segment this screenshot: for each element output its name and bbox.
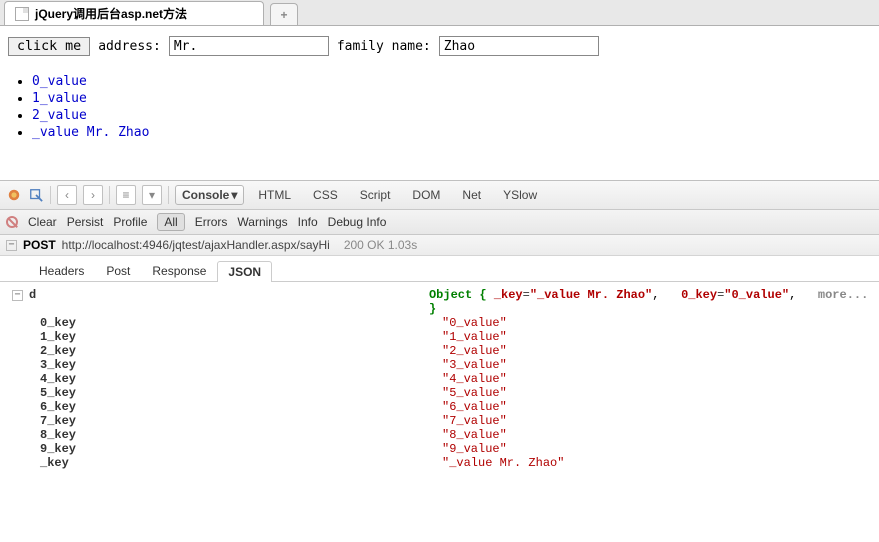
tab-console[interactable]: Console▾ <box>175 185 244 205</box>
browser-tab[interactable]: jQuery调用后台asp.net方法 <box>4 1 264 25</box>
json-property-row[interactable]: 4_key "4_value" <box>12 372 869 386</box>
resp-tab-post[interactable]: Post <box>95 260 141 281</box>
list-item: 0_value <box>32 74 871 89</box>
separator <box>168 186 169 204</box>
json-property-row[interactable]: 2_key "2_value" <box>12 344 869 358</box>
json-property-row[interactable]: 0_key "0_value" <box>12 316 869 330</box>
list-item: 2_value <box>32 108 871 123</box>
json-value: "9_value" <box>442 442 507 456</box>
json-key: 1_key <box>40 330 76 344</box>
devtools-panel: ‹ › ≡ ▾ Console▾ HTML CSS Script DOM Net… <box>0 180 879 484</box>
menu-button[interactable]: ≡ <box>116 185 136 205</box>
request-row[interactable]: − POST http://localhost:4946/jqtest/ajax… <box>0 235 879 256</box>
firebug-icon <box>6 188 22 202</box>
new-tab-button[interactable]: + <box>270 3 298 25</box>
json-value: "7_value" <box>442 414 507 428</box>
collapse-icon[interactable]: − <box>12 290 23 301</box>
devtools-toolbar: ‹ › ≡ ▾ Console▾ HTML CSS Script DOM Net… <box>0 181 879 210</box>
json-property-row[interactable]: 1_key "1_value" <box>12 330 869 344</box>
tab-script[interactable]: Script <box>352 186 399 204</box>
list-item: _value Mr. Zhao <box>32 125 871 140</box>
json-key: 6_key <box>40 400 76 414</box>
json-root-row[interactable]: − d Object { _key="_value Mr. Zhao", 0_k… <box>12 288 869 316</box>
request-status: 200 OK 1.03s <box>344 238 417 252</box>
json-key: 8_key <box>40 428 76 442</box>
filter-all[interactable]: All <box>157 213 184 231</box>
json-property-row[interactable]: 7_key "7_value" <box>12 414 869 428</box>
resp-tab-response[interactable]: Response <box>141 260 217 281</box>
browser-tabbar: jQuery调用后台asp.net方法 + <box>0 0 879 26</box>
json-key: 2_key <box>40 344 76 358</box>
resp-tab-json[interactable]: JSON <box>217 261 272 282</box>
list-item: 1_value <box>32 91 871 106</box>
json-property-row[interactable]: 3_key "3_value" <box>12 358 869 372</box>
json-property-row[interactable]: 8_key "8_value" <box>12 428 869 442</box>
address-input[interactable] <box>169 36 329 56</box>
resp-tab-headers[interactable]: Headers <box>28 260 95 281</box>
json-value: "8_value" <box>442 428 507 442</box>
request-url: http://localhost:4946/jqtest/ajaxHandler… <box>62 238 330 252</box>
json-key: 4_key <box>40 372 76 386</box>
tab-css[interactable]: CSS <box>305 186 346 204</box>
tab-html[interactable]: HTML <box>250 186 299 204</box>
address-label: address: <box>98 39 161 54</box>
json-pane: − d Object { _key="_value Mr. Zhao", 0_k… <box>0 282 879 484</box>
form-row: click me address: family name: <box>8 36 871 56</box>
forward-button[interactable]: › <box>83 185 103 205</box>
filter-errors[interactable]: Errors <box>195 215 228 229</box>
tab-yslow[interactable]: YSlow <box>495 186 545 204</box>
json-property-row[interactable]: _key "_value Mr. Zhao" <box>12 456 869 470</box>
json-key: 0_key <box>40 316 76 330</box>
tab-dom[interactable]: DOM <box>404 186 448 204</box>
console-subbar: Clear Persist Profile All Errors Warning… <box>0 210 879 235</box>
clear-button[interactable]: Clear <box>28 215 57 229</box>
json-key: 9_key <box>40 442 76 456</box>
family-name-label: family name: <box>337 39 431 54</box>
json-value: "6_value" <box>442 400 507 414</box>
dropdown-button[interactable]: ▾ <box>142 185 162 205</box>
json-property-row[interactable]: 9_key "9_value" <box>12 442 869 456</box>
filter-debug[interactable]: Debug Info <box>328 215 387 229</box>
tab-net[interactable]: Net <box>454 186 489 204</box>
click-me-button[interactable]: click me <box>8 37 90 56</box>
json-key: 5_key <box>40 386 76 400</box>
tab-title: jQuery调用后台asp.net方法 <box>35 5 187 22</box>
json-key: 7_key <box>40 414 76 428</box>
json-value: "1_value" <box>442 330 507 344</box>
json-root-key: d <box>29 288 36 302</box>
json-value: "5_value" <box>442 386 507 400</box>
persist-button[interactable]: Persist <box>67 215 104 229</box>
json-value: "4_value" <box>442 372 507 386</box>
json-property-row[interactable]: 6_key "6_value" <box>12 400 869 414</box>
json-property-row[interactable]: 5_key "5_value" <box>12 386 869 400</box>
separator <box>109 186 110 204</box>
separator <box>50 186 51 204</box>
inspect-icon[interactable] <box>28 188 44 202</box>
filter-info[interactable]: Info <box>298 215 318 229</box>
profile-button[interactable]: Profile <box>113 215 147 229</box>
back-button[interactable]: ‹ <box>57 185 77 205</box>
collapse-icon[interactable]: − <box>6 240 17 251</box>
json-value: "2_value" <box>442 344 507 358</box>
document-icon <box>15 7 29 21</box>
json-value: "3_value" <box>442 358 507 372</box>
disable-icon[interactable] <box>6 216 18 228</box>
json-value: "_value Mr. Zhao" <box>442 456 564 470</box>
json-value: "0_value" <box>442 316 507 330</box>
json-key: _key <box>40 456 69 470</box>
response-tabs: Headers Post Response JSON <box>0 256 879 282</box>
family-name-input[interactable] <box>439 36 599 56</box>
page-content: click me address: family name: 0_value 1… <box>0 26 879 152</box>
values-list: 0_value 1_value 2_value _value Mr. Zhao <box>32 74 871 140</box>
request-method: POST <box>23 238 56 252</box>
filter-warnings[interactable]: Warnings <box>237 215 287 229</box>
json-root-preview: Object { _key="_value Mr. Zhao", 0_key="… <box>429 288 869 316</box>
json-key: 3_key <box>40 358 76 372</box>
